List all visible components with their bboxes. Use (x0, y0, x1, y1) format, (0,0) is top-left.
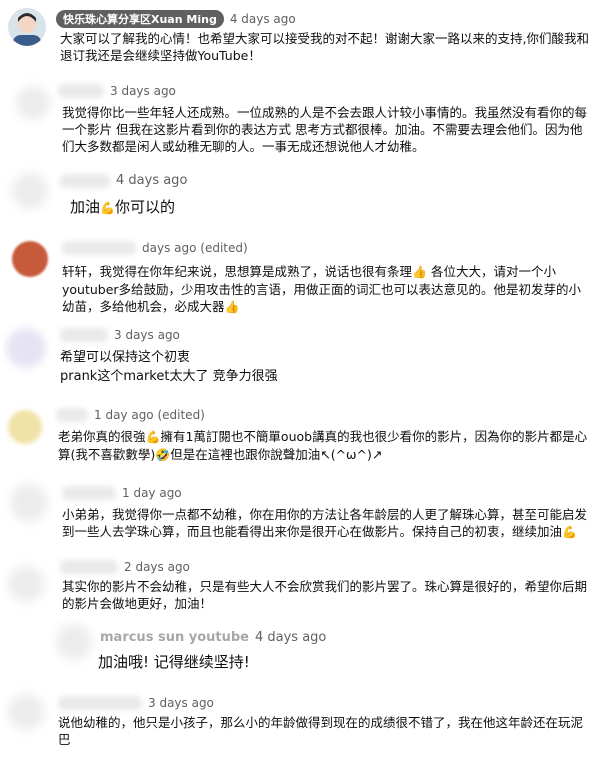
comment: 1 day ago 小弟弟，我觉得你一点都不幼稚，你在用你的方法让各年龄层的人更… (0, 478, 600, 548)
avatar[interactable] (56, 624, 92, 660)
author-name[interactable] (60, 560, 118, 574)
author-name[interactable] (62, 241, 136, 255)
avatar[interactable] (16, 86, 50, 120)
author-name[interactable] (60, 173, 110, 188)
thumbs-up-emoji-icon: 👍 (224, 300, 240, 314)
comment: days ago (edited) 轩轩，我觉得在你年纪来说，思想算是成熟了，说… (0, 235, 600, 320)
comment-time[interactable]: 1 day ago (122, 486, 182, 500)
avatar[interactable] (12, 173, 48, 209)
comment-text: 大家可以了解我的心情！也希望大家可以接受我的对不起！谢谢大家一路以来的支持,你们… (60, 31, 589, 63)
child-avatar-icon (13, 13, 41, 46)
comment: 3 days ago 希望可以保持这个初衷 prank这个market太大了 竞… (0, 322, 600, 394)
author-name[interactable]: marcus sun youtube (100, 630, 249, 645)
comment-text: 老弟你真的很強💪擁有1萬訂閱也不簡單ouob講真的我也很少看你的影片，因為你的影… (58, 429, 588, 462)
comment-text: 小弟弟，我觉得你一点都不幼稚，你在用你的方法让各年龄层的人更了解珠心算，甚至可能… (62, 507, 588, 539)
flexed-biceps-emoji-icon: 💪 (100, 201, 115, 215)
author-name[interactable] (58, 696, 142, 710)
flexed-biceps-emoji-icon: 💪 (562, 525, 577, 539)
comment-time[interactable]: 4 days ago (230, 12, 296, 26)
comment: 快乐珠心算分享区Xuan Ming 4 days ago 大家可以了解我的心情！… (0, 0, 600, 70)
comment-time[interactable]: 4 days ago (255, 630, 326, 645)
avatar[interactable] (8, 410, 42, 444)
author-name[interactable] (60, 328, 108, 342)
comment-text: 说他幼稚的，他只是小孩子，那么小的年龄做得到现在的成绩很不错了，我在他这年龄还在… (58, 715, 584, 747)
comment-text: 其实你的影片不会幼稚，只是有些大人不会欣赏我们的影片罢了。珠心算是很好的，希望你… (62, 579, 588, 611)
comment: 3 days ago 我觉得你比一些年轻人还成熟。一位成熟的人是不会去跟人计较小… (0, 80, 600, 160)
comment-time[interactable]: 1 day ago (edited) (94, 408, 205, 422)
comment-time[interactable]: 4 days ago (116, 173, 187, 188)
comment-text: 轩轩，我觉得在你年纪来说，思想算是成熟了，说话也很有条理👍 各位大大，请对一个小… (62, 264, 582, 314)
avatar[interactable] (10, 484, 48, 522)
avatar[interactable] (6, 328, 46, 368)
comment: 4 days ago 加油💪你可以的 (0, 165, 600, 225)
comment-time[interactable]: 3 days ago (148, 696, 214, 710)
comment: 1 day ago (edited) 老弟你真的很強💪擁有1萬訂閱也不簡單ouo… (0, 402, 600, 472)
avatar[interactable] (8, 8, 46, 46)
comment-time[interactable]: 3 days ago (110, 84, 176, 98)
comment-text: 加油哦! 记得继续坚持! (98, 653, 250, 671)
comment-text: 加油💪你可以的 (70, 198, 175, 216)
author-name[interactable] (56, 408, 88, 422)
avatar[interactable] (8, 566, 44, 602)
comment-text: 希望可以保持这个初衷 prank这个market太大了 竞争力很强 (60, 350, 278, 384)
comment: 2 days ago 其实你的影片不会幼稚，只是有些大人不会欣赏我们的影片罢了。… (0, 558, 600, 618)
comment: marcus sun youtube 4 days ago 加油哦! 记得继续坚… (0, 622, 600, 682)
author-name[interactable] (58, 84, 104, 98)
grinning-face-emoji-icon: 🤣 (155, 448, 171, 462)
thumbs-up-emoji-icon: 👍 (412, 265, 427, 279)
comment-text: 我觉得你比一些年轻人还成熟。一位成熟的人是不会去跟人计较小事情的。我虽然没有看你… (62, 105, 588, 154)
comment-time[interactable]: 2 days ago (124, 560, 190, 574)
author-badge[interactable]: 快乐珠心算分享区Xuan Ming (56, 10, 224, 28)
comment-time[interactable]: 3 days ago (114, 328, 180, 342)
avatar[interactable] (12, 241, 48, 277)
author-name[interactable] (62, 486, 116, 500)
comment-time[interactable]: days ago (edited) (142, 241, 248, 255)
comment: 3 days ago 说他幼稚的，他只是小孩子，那么小的年龄做得到现在的成绩很不… (0, 690, 600, 758)
avatar[interactable] (8, 694, 44, 730)
flexed-biceps-emoji-icon: 💪 (145, 430, 161, 444)
